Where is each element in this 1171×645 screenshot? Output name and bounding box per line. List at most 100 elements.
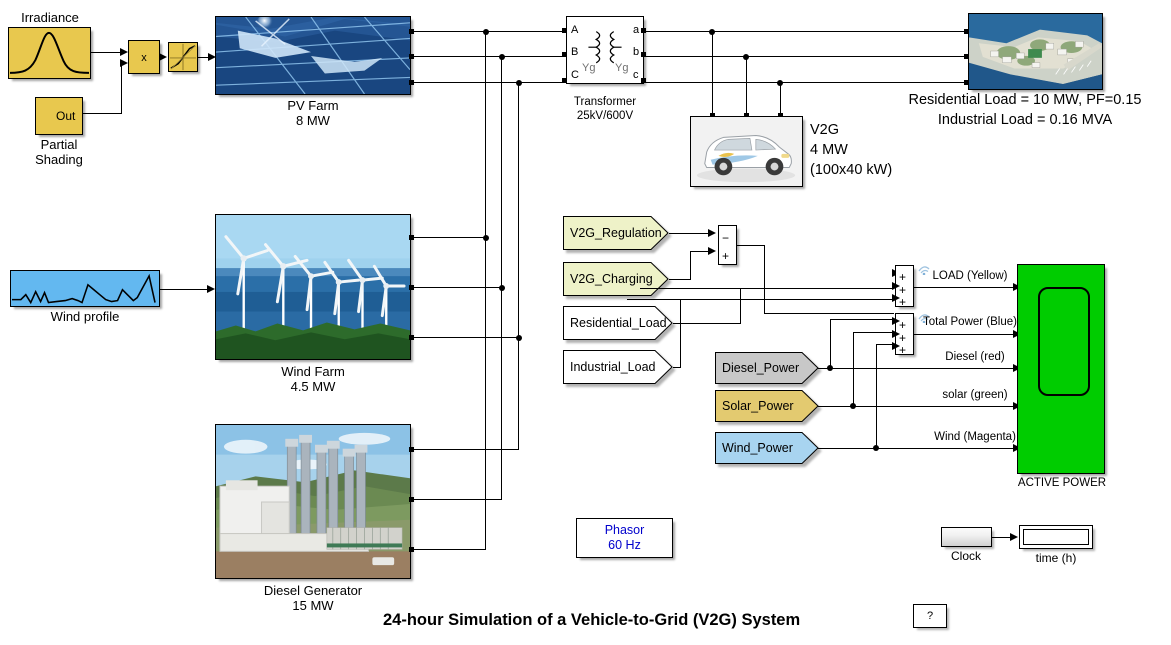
product-symbol: x	[141, 52, 147, 64]
wire-reg-sum	[669, 233, 709, 234]
sum-block-v2g[interactable]: − +	[718, 225, 737, 265]
transformer-port-B: B	[571, 46, 579, 58]
tag-industrial-load[interactable]: Industrial_Load	[563, 350, 673, 384]
powergui-line1: Phasor	[604, 523, 645, 537]
pv-farm-block[interactable]	[215, 16, 411, 95]
tag-v2g-regulation[interactable]: V2G_Regulation	[563, 216, 669, 250]
tag-wind-power[interactable]: Wind_Power	[715, 432, 819, 464]
wire-diesel-tag-out	[818, 368, 1031, 369]
wind-profile-label: Wind profile	[50, 309, 120, 324]
scope-screen-icon	[1038, 287, 1090, 396]
tag-solar-power[interactable]: Solar_Power	[715, 390, 819, 422]
v2g-detail: (100x40 kW)	[810, 162, 893, 178]
powergui-block[interactable]: Phasor 60 Hz	[576, 518, 673, 558]
scope-trace-label-solar: solar (green)	[942, 389, 1008, 401]
active-power-scope[interactable]	[1017, 264, 1105, 474]
product-block[interactable]: x	[128, 40, 160, 74]
transformer-port-c: c	[633, 69, 639, 81]
arrow-product-in1	[120, 48, 128, 56]
wire-sum1-out-h	[737, 245, 764, 246]
wire-v2g-tap-c	[780, 82, 781, 116]
wire-sum2-in3	[627, 299, 894, 300]
simulink-canvas: Irradiance Out Partial Shading x PV Farm…	[0, 0, 1171, 645]
scope-trace-label-wind: Wind (Magenta)	[934, 431, 1016, 443]
tag-label: Industrial_Load	[570, 360, 656, 374]
wire-windprofile-windfarm	[160, 289, 208, 290]
tag-v2g-charging[interactable]: V2G_Charging	[563, 262, 669, 296]
wire-clock-display	[992, 537, 1012, 538]
tag-label: Residential_Load	[570, 316, 667, 330]
tag-label: V2G_Charging	[570, 272, 653, 286]
arrow-sum2-in3	[892, 294, 900, 302]
saturation-curve-icon	[169, 43, 197, 71]
wire-sum1-out-v	[764, 245, 765, 313]
bus-v-a	[485, 31, 486, 549]
tag-label: Solar_Power	[722, 399, 794, 413]
transformer-port-A: A	[571, 24, 579, 36]
transformer-block[interactable]: A B C a b c Yg Yg	[566, 16, 644, 84]
transformer-name: Transformer	[573, 96, 637, 108]
load-block[interactable]	[968, 13, 1103, 90]
load-port-c	[964, 80, 969, 85]
partial-shading-block[interactable]: Out	[35, 97, 83, 135]
partial-shading-out-port: Out	[56, 109, 76, 123]
tag-diesel-power[interactable]: Diesel_Power	[715, 352, 819, 384]
wire-v2g-tap-b	[746, 56, 747, 116]
wire-diesel-b	[411, 499, 502, 500]
junction-pv-b	[499, 54, 505, 60]
scope-trace-label-total: Total Power (Blue)	[923, 316, 1017, 328]
wire-v2g-tap-a	[712, 31, 713, 116]
wire-diesel-a	[411, 449, 519, 450]
junction-pv-c	[516, 80, 522, 86]
sum-sign: +	[899, 343, 907, 357]
wire-charg-h2	[690, 251, 709, 252]
active-power-scope-label: ACTIVE POWER	[1017, 477, 1107, 489]
bell-curve-icon	[9, 31, 89, 74]
wind-farm-rating: 4.5 MW	[290, 379, 336, 394]
coastal-town-image	[969, 14, 1102, 89]
wire-wind-tag-out	[818, 448, 1031, 449]
transformer-winding-right-label: Yg	[615, 62, 629, 74]
v2g-rating: 4 MW	[810, 142, 848, 158]
solar-panel-image	[216, 17, 410, 94]
wire-sum2-in2	[640, 288, 894, 289]
wire-res-v	[740, 288, 741, 324]
wire-load-c	[643, 82, 968, 83]
wire-irradiance-product	[91, 52, 121, 53]
pv-farm-name: PV Farm	[287, 98, 339, 113]
wind-farm-name: Wind Farm	[281, 364, 345, 379]
wire-ind-h	[673, 367, 681, 368]
tag-label: V2G_Regulation	[570, 226, 662, 240]
help-button[interactable]: ?	[913, 604, 947, 628]
sum-sign: +	[899, 331, 907, 345]
sum-sign: +	[899, 270, 907, 284]
v2g-block[interactable]	[690, 116, 803, 187]
wind-farm-block[interactable]	[215, 214, 411, 360]
junction-pv-a	[483, 29, 489, 35]
wire-load-a	[643, 31, 968, 32]
wire-load-scope	[914, 287, 1017, 288]
irradiance-block[interactable]	[8, 27, 91, 79]
wire-pv-c	[411, 82, 563, 83]
residential-load-label: Residential Load = 10 MW, PF=0.15	[908, 92, 1142, 108]
tag-label: Wind_Power	[722, 441, 793, 455]
time-display-block[interactable]	[1019, 525, 1093, 549]
diesel-generator-block[interactable]	[215, 424, 411, 579]
transformer-port-b: b	[633, 46, 640, 58]
wire-pv-b	[411, 56, 563, 57]
tag-residential-load[interactable]: Residential_Load	[563, 306, 673, 340]
wind-profile-block[interactable]	[10, 270, 160, 307]
wire-charg-v	[690, 251, 691, 280]
display-screen	[1023, 529, 1089, 545]
arrow-sum1-in1	[708, 229, 716, 237]
arrow-product-in2	[120, 59, 128, 67]
transformer-port-a: a	[633, 24, 640, 36]
page-title: 24-hour Simulation of a Vehicle-to-Grid …	[383, 611, 801, 629]
electric-car-image	[691, 117, 802, 186]
junction-wind-b	[499, 285, 505, 291]
industrial-load-label: Industrial Load = 0.16 MVA	[937, 112, 1113, 128]
wire-load-b	[643, 56, 968, 57]
saturation-block[interactable]	[168, 42, 198, 72]
irradiance-label: Irradiance	[21, 10, 79, 25]
clock-block[interactable]	[941, 527, 992, 547]
